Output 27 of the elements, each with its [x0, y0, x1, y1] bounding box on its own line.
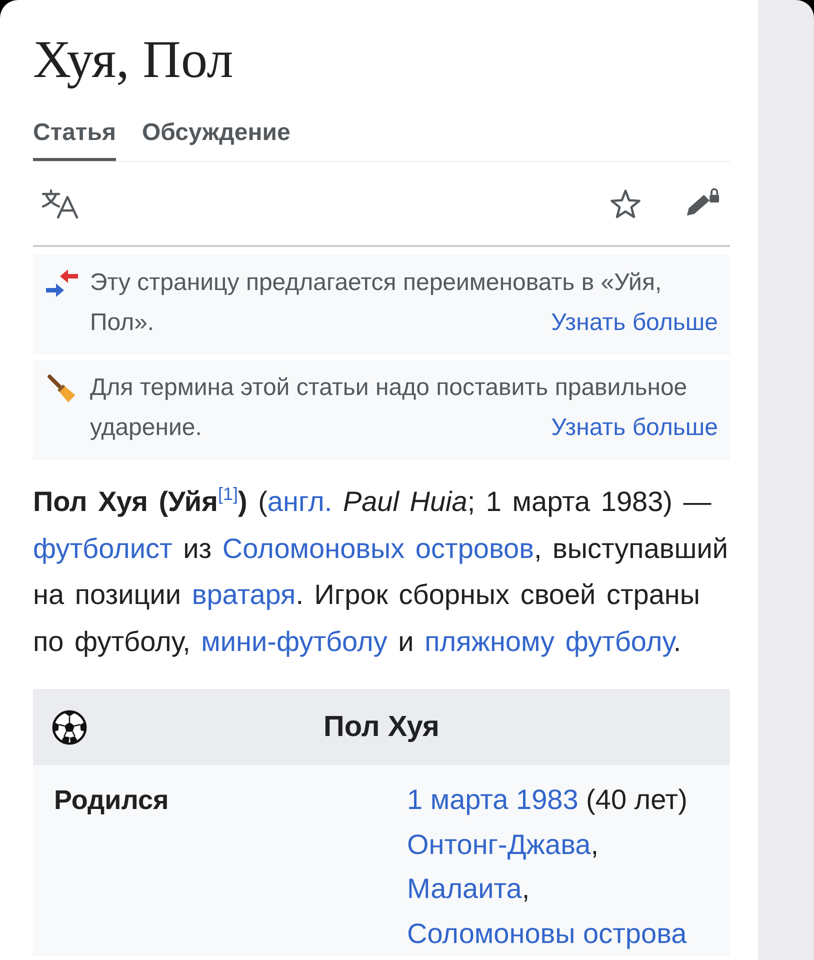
arrows-icon	[45, 269, 79, 299]
link[interactable]: Онтонг-Джава	[407, 828, 591, 860]
tab[interactable]: Статья	[33, 119, 116, 161]
link[interactable]: Малаита	[407, 873, 522, 904]
tab[interactable]: Обсуждение	[142, 119, 290, 161]
link[interactable]: вратаря	[192, 579, 296, 610]
learn-more-link[interactable]: Узнать больше	[551, 303, 718, 343]
notice-text: Эту страницу предлагается переименовать в «Уйя, Пол». Узнать больше	[90, 263, 718, 343]
learn-more-link[interactable]: Узнать больше	[551, 408, 718, 448]
link[interactable]: англ.	[267, 486, 332, 517]
pencil-lock-icon[interactable]	[686, 186, 720, 217]
page-title: Хуя, Пол	[33, 30, 234, 90]
star-icon[interactable]	[610, 188, 641, 218]
link[interactable]: Соломоновых островов	[222, 532, 534, 564]
link[interactable]: футболист	[33, 532, 172, 564]
translate-icon[interactable]	[42, 188, 79, 218]
notice-text: Для термина этой статьи надо поставить правильное ударение. Узнать больше	[90, 368, 718, 448]
lead-paragraph: Пол Хуя (Уйя$^{[1]}$) (англ. Paul Huia; 1 марта 1983) — футболист из Соломоновых островов, выступавший на позиции вратаря. Игрок сборных своей страны по футболу, мини-футболу и пляжному футболу.	[33, 483, 730, 659]
link[interactable]: Соломоновы острова	[407, 918, 687, 948]
soccer-ball-icon	[52, 710, 87, 744]
infobox-label: Родился	[54, 784, 170, 817]
link[interactable]: 1 марта 1983	[407, 784, 578, 815]
infobox-value: 1 марта 1983 (40 лет) Онтонг-Джава, Малаита, Соломоновы острова	[407, 783, 688, 951]
footnote-link[interactable]: [1]	[218, 484, 238, 504]
link[interactable]: пляжному футболу	[424, 626, 674, 656]
infobox-title: Пол Хуя	[324, 710, 440, 744]
link[interactable]: мини-футболу	[201, 626, 388, 656]
